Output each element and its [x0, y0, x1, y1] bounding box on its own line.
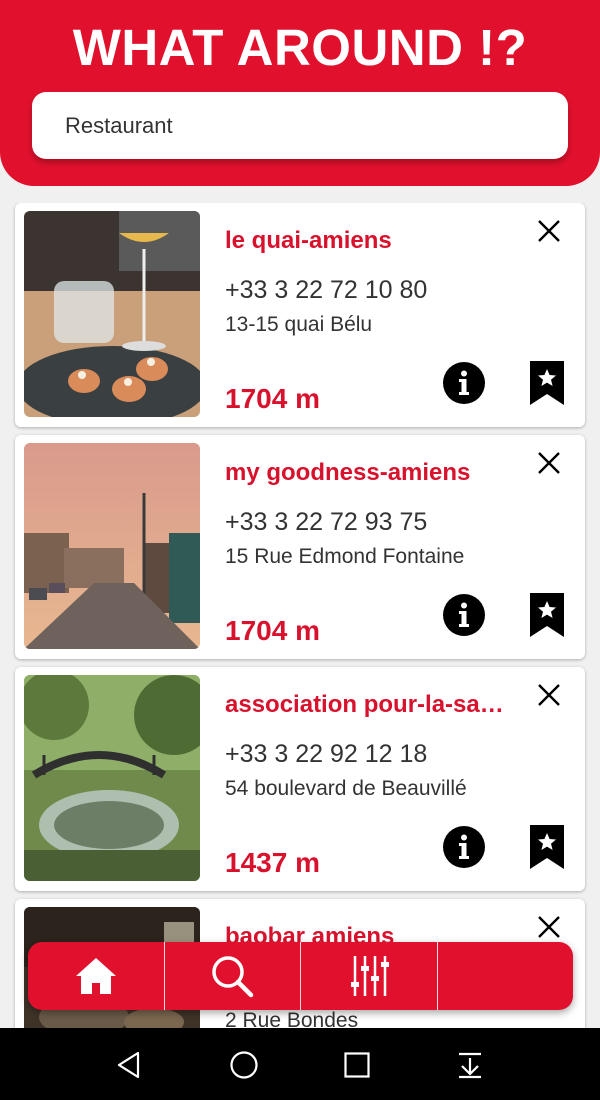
place-name[interactable]: my goodness-amiens — [225, 459, 525, 487]
place-phone[interactable]: +33 3 22 72 10 80 — [225, 276, 427, 305]
info-icon[interactable] — [443, 362, 485, 404]
home-icon — [75, 958, 116, 994]
bookmark-icon[interactable] — [530, 593, 564, 637]
place-phone[interactable]: +33 3 22 92 12 18 — [225, 740, 427, 769]
app-screen: WHAT AROUND !? Restaurant le quai-amiens… — [0, 0, 600, 1100]
search-input[interactable] — [32, 92, 568, 159]
place-name[interactable]: le quai-amiens — [225, 227, 525, 255]
search-box[interactable] — [32, 92, 568, 159]
close-icon[interactable] — [536, 218, 562, 244]
home-circle-icon[interactable] — [229, 1050, 259, 1080]
nav-filters-button[interactable] — [301, 942, 438, 1010]
info-icon[interactable] — [443, 826, 485, 868]
place-distance: 1437 m — [225, 847, 320, 878]
place-address: 54 boulevard de Beauvillé — [225, 777, 467, 800]
recents-icon[interactable] — [342, 1050, 372, 1080]
place-address: 2 Rue Bondes — [225, 1009, 359, 1028]
info-icon[interactable] — [443, 594, 485, 636]
back-icon[interactable] — [114, 1050, 144, 1080]
system-nav-bar — [0, 1028, 600, 1100]
close-icon[interactable] — [536, 682, 562, 708]
notification-pull-icon[interactable] — [455, 1050, 485, 1080]
places-list[interactable]: le quai-amiens +33 3 22 72 10 80 13-15 q… — [0, 203, 600, 1028]
header: WHAT AROUND !? — [0, 0, 600, 186]
search-icon — [212, 956, 254, 998]
bookmark-icon[interactable] — [530, 825, 564, 869]
place-distance: 1704 m — [225, 615, 320, 646]
place-address: 13-15 quai Bélu — [225, 313, 373, 336]
street-at-sunset-photo — [24, 443, 200, 649]
place-address: 15 Rue Edmond Fontaine — [225, 545, 465, 568]
cocktail-and-appetizers-photo — [24, 211, 200, 417]
place-distance: 1704 m — [225, 383, 320, 414]
sliders-icon — [350, 956, 389, 996]
place-card[interactable]: association pour-la-sa… +33 3 22 92 12 1… — [15, 667, 585, 891]
place-card[interactable]: le quai-amiens +33 3 22 72 10 80 13-15 q… — [15, 203, 585, 427]
nav-search-button[interactable] — [165, 942, 301, 1010]
app-title: WHAT AROUND !? — [72, 19, 528, 76]
place-card[interactable]: my goodness-amiens +33 3 22 72 93 75 15 … — [15, 435, 585, 659]
close-icon[interactable] — [536, 450, 562, 476]
bridge-over-canal-photo — [24, 675, 200, 881]
place-name[interactable]: association pour-la-sa… — [225, 691, 525, 719]
bottom-nav — [28, 942, 573, 1010]
close-icon[interactable] — [536, 914, 562, 940]
nav-empty-slot[interactable] — [438, 942, 574, 1010]
nav-home-button[interactable] — [28, 942, 165, 1010]
place-phone[interactable]: +33 3 22 72 93 75 — [225, 508, 427, 537]
bookmark-icon[interactable] — [530, 361, 564, 405]
